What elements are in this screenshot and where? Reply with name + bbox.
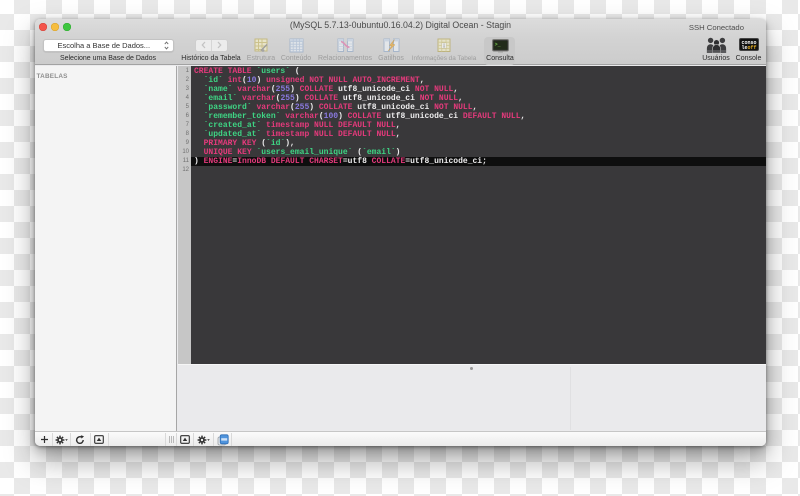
svg-text:>_: >_ (494, 41, 501, 47)
